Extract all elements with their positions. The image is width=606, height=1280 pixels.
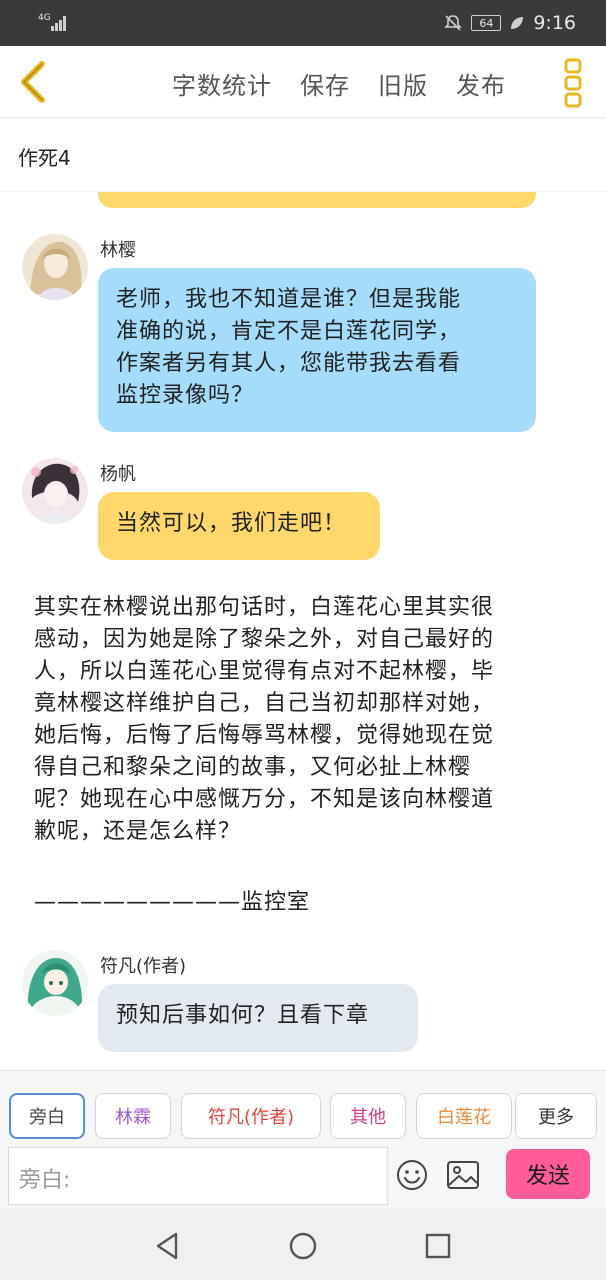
image-icon[interactable]: [446, 1159, 480, 1191]
narration-line: 得自己和黎朵之间的故事，又何必扯上林樱: [34, 755, 472, 780]
narration-block[interactable]: 其实在林樱说出那句话时，白莲花心里其实很 感动，因为她是除了黎朵之外，对自己最好…: [34, 592, 574, 848]
word-count-button[interactable]: 字数统计: [172, 66, 272, 101]
scene-divider[interactable]: —————————监控室: [34, 884, 310, 916]
message-line: 当然可以，我们走吧！: [116, 511, 347, 536]
previous-message-bubble[interactable]: [98, 192, 536, 208]
message-line: 预知后事如何？且看下章: [116, 1003, 370, 1028]
battery-icon: 64: [471, 15, 502, 31]
speaker-name: 杨帆: [100, 464, 136, 485]
system-nav-bar: [0, 1208, 606, 1280]
message-bubble[interactable]: 预知后事如何？且看下章: [98, 984, 418, 1052]
circle-home-icon[interactable]: [285, 1228, 321, 1264]
narration-line: 人，所以白莲花心里觉得有点对不起林樱，毕: [34, 659, 495, 684]
triangle-back-icon[interactable]: [150, 1228, 186, 1264]
message-line: 监控录像吗？: [116, 383, 255, 408]
message-input[interactable]: 旁白:: [8, 1147, 388, 1205]
avatar-image: [22, 458, 88, 524]
avatar[interactable]: [22, 458, 88, 524]
message-line: 作案者另有其人，您能带我去看看: [116, 351, 462, 376]
message-line: 准确的说，肯定不是白莲花同学，: [116, 319, 462, 344]
message-bubble[interactable]: 老师，我也不知道是谁？但是我能 准确的说，肯定不是白莲花同学， 作案者另有其人，…: [98, 268, 536, 432]
narration-line: 感动，因为她是除了黎朵之外，对自己最好的: [34, 627, 495, 652]
square-recent-icon[interactable]: [420, 1228, 456, 1264]
smiley-icon[interactable]: [396, 1159, 428, 1191]
editor-toolbar: 字数统计 保存 旧版 发布: [0, 46, 606, 118]
toolbar-actions: 字数统计 保存 旧版 发布: [172, 66, 506, 101]
narration-line: 呢？她现在心中感慨万分，不知是该向林樱道: [34, 787, 495, 812]
chapter-title[interactable]: 作死4: [18, 142, 71, 171]
clock: 9:16: [533, 12, 576, 34]
old-version-button[interactable]: 旧版: [378, 66, 428, 101]
avatar-image: [22, 950, 88, 1016]
speaker-name: 林樱: [100, 240, 136, 261]
message-bubble[interactable]: 当然可以，我们走吧！: [98, 492, 380, 560]
send-button[interactable]: 发送: [506, 1149, 590, 1199]
status-right: 64 9:16: [443, 11, 576, 35]
speaker-name: 符凡(作者): [100, 956, 187, 977]
role-tab-author[interactable]: 符凡(作者): [181, 1093, 321, 1139]
mute-icon: [444, 15, 463, 31]
role-selector-bar: 旁白 林霖 符凡(作者) 其他 白莲花 更多 旁白: 发送: [0, 1070, 606, 1208]
chapter-header: 作死4: [0, 118, 606, 192]
avatar-image: [22, 234, 88, 300]
chat-area[interactable]: 林樱 老师，我也不知道是谁？但是我能 准确的说，肯定不是白莲花同学， 作案者另有…: [0, 192, 606, 1070]
role-tab-linlin[interactable]: 林霖: [95, 1093, 171, 1139]
signal-icon: [51, 16, 66, 31]
narration-line: 她后悔，后悔了后悔辱骂林樱，觉得她现在觉: [34, 723, 495, 748]
narration-line: 其实在林樱说出那句话时，白莲花心里其实很: [34, 595, 495, 620]
avatar[interactable]: [22, 234, 88, 300]
narration-line: 歉呢，还是怎么样？: [34, 819, 242, 844]
role-tab-narrator[interactable]: 旁白: [9, 1093, 85, 1139]
vertical-dots-icon[interactable]: [562, 58, 584, 108]
role-tab-other[interactable]: 其他: [330, 1093, 406, 1139]
save-button[interactable]: 保存: [300, 66, 350, 101]
chevron-left-icon[interactable]: [14, 58, 54, 106]
publish-button[interactable]: 发布: [456, 66, 506, 101]
narration-line: 竟林樱这样维护自己，自己当初却那样对她，: [34, 691, 495, 716]
leaf-icon: [511, 17, 524, 29]
role-tab-bailianhua[interactable]: 白莲花: [416, 1093, 512, 1139]
message-line: 老师，我也不知道是谁？但是我能: [116, 287, 462, 312]
role-tab-more[interactable]: 更多: [515, 1093, 597, 1139]
network-type: 4G: [38, 13, 51, 23]
avatar[interactable]: [22, 950, 88, 1016]
status-bar: 4G 64 9:16: [0, 0, 606, 46]
